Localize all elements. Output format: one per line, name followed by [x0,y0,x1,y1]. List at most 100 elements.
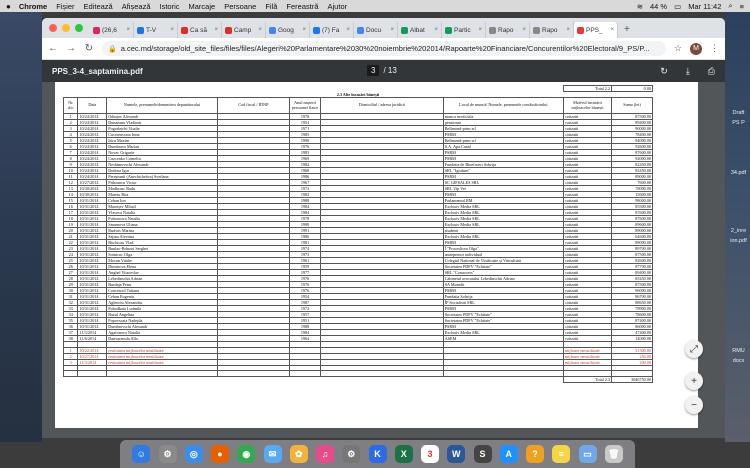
total-label: Total 2.3 [562,375,613,383]
menu-window[interactable]: Fereastră [286,2,318,11]
desktop-file-label[interactable]: ion.pdf [727,238,750,245]
dock-launchpad-icon[interactable]: ⚙ [158,445,177,463]
dock-help-icon[interactable]: ? [526,445,544,463]
tab-close-icon[interactable]: × [610,27,614,33]
dock-itunes-icon[interactable]: ♫ [316,445,334,463]
wifi-icon[interactable]: ≋ [637,2,643,11]
address-url: a.cec.md/storage/old_site_files/files/fi… [120,44,650,53]
tab-close-icon[interactable]: × [214,27,218,33]
dock-photos-icon[interactable]: ✿ [289,445,308,463]
tab-label: Albat [410,26,425,34]
download-icon[interactable]: ⤓ [686,66,690,77]
desktop-background-right [725,12,750,442]
tab-favicon-icon [313,26,320,34]
desktop-file-label[interactable]: Draft [727,110,750,117]
desktop-file-label[interactable]: docx [727,358,750,365]
lock-icon[interactable]: 🔒 [108,45,117,53]
dock-word-icon[interactable]: W [447,445,466,463]
browser-tab[interactable]: Partic × [442,22,486,38]
dock-chrome-icon[interactable]: ◉ [237,445,256,463]
close-window-icon[interactable] [49,24,57,32]
column-header: Suma (lei) [611,97,653,114]
tab-close-icon[interactable]: × [434,27,438,33]
column-header: Nr. d/o [62,97,79,114]
browser-tab[interactable]: Goog × [266,22,310,38]
browser-tab[interactable]: T-V × [134,22,178,38]
desktop-file-label[interactable]: PS P [727,120,750,127]
total-value: 3046750.00 [611,375,653,383]
dock-sublime-icon[interactable]: S [473,445,492,463]
dock-safari-icon[interactable]: ◎ [184,445,203,463]
browser-tab[interactable]: Camp × [222,22,266,38]
menu-edit[interactable]: Editează [84,2,113,11]
search-icon[interactable]: ⌕ [728,1,732,11]
profile-avatar[interactable]: M [690,42,702,55]
dock-trash-icon[interactable]: 🗑 [604,445,623,463]
dock-folder-icon[interactable]: ▭ [578,445,597,463]
tab-close-icon[interactable]: × [390,27,394,33]
dock-notes-icon[interactable]: ≡ [552,445,571,463]
tab-close-icon[interactable]: × [566,27,570,33]
print-icon[interactable]: ⎙ [708,66,715,77]
new-tab-button[interactable]: + [624,24,630,35]
apple-menu-icon[interactable]: ● [6,2,11,11]
macos-menubar: ● Chrome Fișier Editează Afișează Istori… [0,0,750,12]
desktop-background-left [0,12,42,442]
tab-close-icon[interactable]: × [346,27,350,33]
browser-tab[interactable]: PPS_ × [574,22,618,38]
menu-app-name[interactable]: Chrome [19,2,47,11]
fit-page-button[interactable]: ⤢ [685,340,703,358]
browser-tab[interactable]: (26,6 × [90,22,134,38]
dock-excel-icon[interactable]: X [394,445,413,463]
dock-app-store-icon[interactable]: A [499,445,518,463]
menu-list-icon[interactable]: ≡ [740,2,744,11]
reload-icon[interactable]: ↻ [84,43,94,54]
menu-help[interactable]: Ajutor [328,2,348,11]
tab-close-icon[interactable]: × [302,27,306,33]
maximize-window-icon[interactable] [75,24,83,32]
browser-tab[interactable]: Docu × [354,22,398,38]
tab-close-icon[interactable]: × [478,27,482,33]
menu-people[interactable]: Persoane [224,2,256,11]
tab-favicon-icon [225,26,232,34]
bookmark-star-icon[interactable]: ☆ [674,43,682,54]
pdf-viewport[interactable]: Total 2.2 0.00 2.3 Alte încasări bănești… [42,82,725,438]
zoom-out-button[interactable]: − [685,396,703,414]
browser-tab[interactable]: (7) Fa × [310,22,354,38]
browser-tab[interactable]: Albat × [398,22,442,38]
zoom-in-button[interactable]: + [685,372,703,390]
menu-file[interactable]: Fișier [56,2,74,11]
tab-label: T-V [146,26,157,34]
desktop-file-label[interactable]: 2_inre [727,228,750,235]
dock-calendar-icon[interactable]: 3 [421,445,439,463]
battery-level[interactable]: 44 % [650,2,667,11]
dock-settings-icon[interactable]: ⚙ [342,445,361,463]
browser-tab[interactable]: Rapo × [530,22,574,38]
minimize-window-icon[interactable] [62,24,70,32]
browser-tab[interactable]: Ca să × [178,22,222,38]
column-header: Locul de muncă/ Numele, prenumele conduc… [442,97,564,114]
dock-firefox-icon[interactable]: ● [211,445,229,463]
desktop-file-label[interactable]: 34.pdf [727,170,750,177]
tab-close-icon[interactable]: × [522,27,526,33]
tab-close-icon[interactable]: × [170,27,174,33]
menu-history[interactable]: Istoric [160,2,180,11]
back-arrow-icon[interactable]: ← [48,43,58,54]
dock-mail-icon[interactable]: ✉ [263,445,282,463]
menu-bookmarks[interactable]: Marcaje [189,2,216,11]
menu-view[interactable]: Afișează [122,2,151,11]
rotate-icon[interactable]: ↻ [660,66,668,77]
more-menu-icon[interactable]: ⋮ [710,43,719,54]
browser-tab[interactable]: Rapo × [486,22,530,38]
clock[interactable]: Mar 11:42 [688,2,721,11]
dock-keynote-icon[interactable]: K [368,445,387,463]
forward-arrow-icon[interactable]: → [66,43,76,54]
battery-icon[interactable]: ▭ [674,2,681,11]
dock-finder-icon[interactable]: ☺ [132,445,151,463]
address-bar[interactable]: 🔒 a.cec.md/storage/old_site_files/files/… [102,41,666,56]
tab-close-icon[interactable]: × [126,27,130,33]
tab-close-icon[interactable]: × [258,27,262,33]
desktop-file-label[interactable]: RMU [727,348,750,355]
page-number-input[interactable]: 3 [367,65,380,76]
menu-tab[interactable]: Filă [265,2,277,11]
